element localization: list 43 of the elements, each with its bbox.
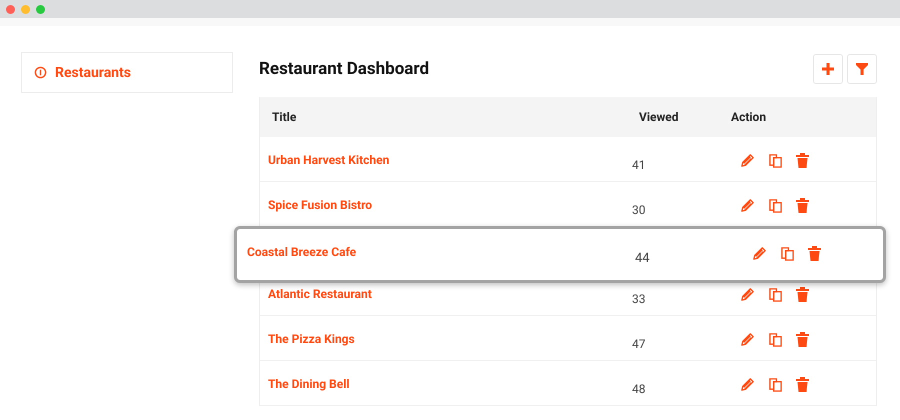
plus-icon xyxy=(821,62,835,76)
view-count: 47 xyxy=(632,337,646,351)
trash-icon[interactable] xyxy=(796,287,809,302)
view-count: 33 xyxy=(632,292,646,306)
trash-icon[interactable] xyxy=(796,198,809,213)
minimize-dot[interactable] xyxy=(21,4,30,14)
column-header: Viewed xyxy=(638,110,680,124)
view-count: 41 xyxy=(632,158,646,172)
restaurant-link[interactable]: Urban Harvest Kitchen xyxy=(268,153,390,167)
pencil-icon[interactable] xyxy=(740,153,755,168)
info-icon xyxy=(34,66,47,79)
copy-icon[interactable] xyxy=(768,198,783,213)
restaurant-link[interactable]: Coastal Breeze Cafe xyxy=(247,245,356,259)
trash-icon[interactable] xyxy=(796,377,809,392)
restaurant-link[interactable]: The Dining Bell xyxy=(268,377,350,391)
pencil-icon[interactable] xyxy=(740,332,755,347)
copy-icon[interactable] xyxy=(768,287,783,302)
maximize-dot[interactable] xyxy=(36,4,45,14)
trash-icon[interactable] xyxy=(796,332,809,347)
copy-icon[interactable] xyxy=(768,153,783,168)
restaurant-link[interactable]: The Pizza Kings xyxy=(268,332,355,346)
filter-icon xyxy=(855,62,869,76)
restaurant-link[interactable]: Spice Fusion Bistro xyxy=(268,198,372,212)
view-count: 44 xyxy=(635,251,650,266)
close-dot[interactable] xyxy=(6,4,15,14)
page-title: Restaurant Dashboard xyxy=(259,58,430,78)
copy-icon[interactable] xyxy=(768,377,783,392)
column-header: Title xyxy=(271,110,298,124)
restaurant-link[interactable]: Atlantic Restaurant xyxy=(268,287,372,301)
pencil-icon[interactable] xyxy=(752,246,767,261)
pencil-icon[interactable] xyxy=(740,377,755,392)
add-button[interactable] xyxy=(813,54,843,84)
column-header: Action xyxy=(731,110,768,124)
pencil-icon[interactable] xyxy=(740,198,755,213)
copy-icon[interactable] xyxy=(780,246,795,261)
copy-icon[interactable] xyxy=(768,332,783,347)
pencil-icon[interactable] xyxy=(740,287,755,302)
trash-icon[interactable] xyxy=(796,153,809,168)
view-count: 48 xyxy=(632,382,646,396)
filter-button[interactable] xyxy=(847,54,877,84)
sidebar-item[interactable]: Restaurants xyxy=(22,64,131,80)
trash-icon[interactable] xyxy=(808,246,821,261)
view-count: 30 xyxy=(632,203,646,217)
